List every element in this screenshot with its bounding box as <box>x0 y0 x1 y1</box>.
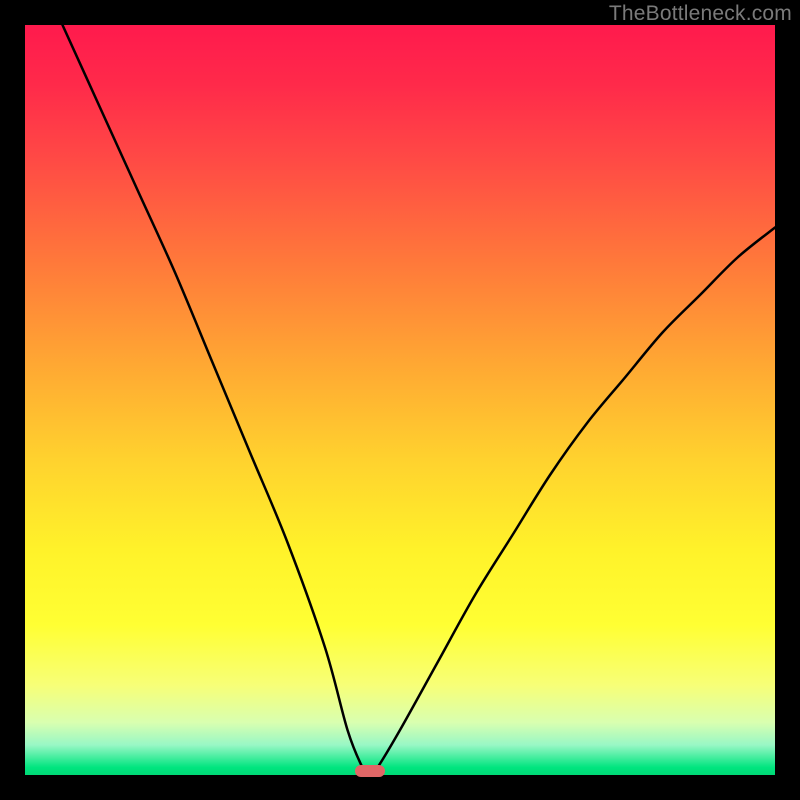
plot-area <box>25 25 775 775</box>
bottleneck-curve <box>25 25 775 775</box>
watermark-text: TheBottleneck.com <box>609 2 792 26</box>
chart-frame: TheBottleneck.com <box>0 0 800 800</box>
optimum-marker <box>355 765 385 777</box>
